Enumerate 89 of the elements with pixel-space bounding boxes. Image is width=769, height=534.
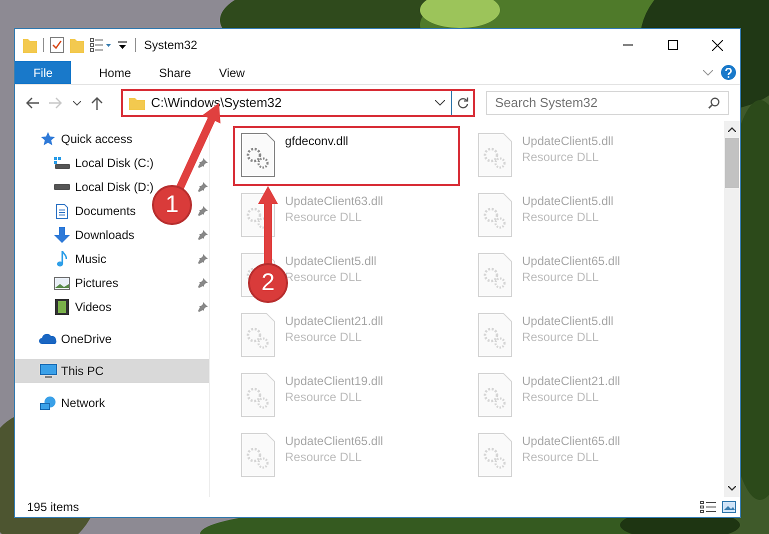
dll-file-icon (478, 253, 512, 297)
customize-toolbar-icon[interactable] (118, 40, 127, 50)
pin-icon[interactable] (198, 182, 208, 192)
ribbon-tab[interactable]: Home (85, 61, 146, 84)
network-icon (39, 396, 57, 410)
monitor-icon (39, 364, 57, 378)
list-view-icon[interactable] (90, 38, 112, 52)
sidebar-item[interactable]: Quick access (39, 127, 132, 151)
sidebar-item[interactable]: Downloads (53, 223, 134, 247)
down-arrow-icon (53, 227, 71, 243)
scrollbar[interactable] (724, 121, 740, 497)
dll-file-icon (478, 313, 512, 357)
maximize-icon (668, 40, 678, 50)
dll-file-icon (478, 433, 512, 477)
pin-icon[interactable] (198, 302, 208, 312)
ribbon-tab[interactable]: Share (145, 61, 206, 84)
dll-file-icon (478, 133, 512, 177)
image-icon (53, 276, 71, 290)
sidebar-item[interactable]: Network (39, 391, 106, 415)
ribbon-tab[interactable]: View (205, 61, 259, 84)
file-name: gfdeconv.dll (285, 133, 348, 149)
file-type: Resource DLL (522, 209, 600, 225)
sidebar-item[interactable]: Pictures (53, 271, 118, 295)
chevron-down-icon[interactable] (73, 100, 81, 106)
address-path: C:\Windows\System32 (151, 94, 282, 112)
sidebar-item[interactable]: Local Disk (D:) (53, 175, 154, 199)
close-icon (712, 40, 723, 50)
chevron-down-icon[interactable] (435, 100, 445, 106)
dll-file-icon (478, 373, 512, 417)
properties-icon[interactable] (50, 37, 64, 53)
item-count: 195 items (26, 499, 80, 516)
scrollbar-thumb[interactable] (725, 138, 739, 188)
file-tile[interactable]: gfdeconv.dll (233, 126, 460, 186)
file-type: Resource DLL (522, 389, 600, 405)
dll-file-icon (241, 373, 275, 417)
dll-file-icon (241, 433, 275, 477)
file-name: UpdateClient5.dll (522, 133, 614, 149)
file-name: UpdateClient21.dll (522, 373, 620, 389)
cloud-icon (39, 333, 57, 345)
search-icon[interactable] (708, 97, 720, 109)
folder-icon (129, 96, 145, 110)
dll-file-icon (241, 313, 275, 357)
file-name: UpdateClient21.dll (285, 313, 384, 329)
file-name: UpdateClient5.dll (522, 193, 614, 209)
sidebar-item[interactable]: This PC (15, 359, 209, 383)
pin-icon[interactable] (198, 254, 208, 264)
help-icon[interactable] (721, 65, 736, 80)
file-type: Resource DLL (285, 329, 363, 345)
file-type: Resource DLL (522, 329, 600, 345)
search-placeholder: Search System32 (494, 94, 599, 112)
file-name: UpdateClient65.dll (285, 433, 384, 449)
chevron-up-icon[interactable] (728, 127, 736, 132)
search-field[interactable]: Search System32 (486, 91, 729, 115)
file-menu-button[interactable]: File (15, 61, 71, 84)
pin-icon[interactable] (198, 206, 208, 216)
sidebar-item[interactable]: OneDrive (39, 327, 112, 351)
file-type: Resource DLL (522, 449, 600, 465)
dll-file-icon (478, 193, 512, 237)
film-icon (53, 299, 71, 315)
sidebar-item[interactable]: Documents (53, 199, 136, 223)
pin-icon[interactable] (198, 230, 208, 240)
pin-icon[interactable] (198, 158, 208, 168)
refresh-icon (456, 97, 468, 109)
pin-icon[interactable] (198, 278, 208, 288)
file-name: UpdateClient5.dll (285, 253, 376, 269)
drive-icon (53, 184, 71, 190)
file-name: UpdateClient19.dll (285, 373, 384, 389)
back-arrow-icon[interactable] (25, 97, 39, 109)
file-type: Resource DLL (285, 209, 363, 225)
large-icons-view-icon[interactable] (722, 501, 736, 513)
details-view-icon[interactable] (700, 501, 716, 513)
window-title: System32 (144, 37, 198, 54)
file-name: UpdateClient65.dll (522, 433, 620, 449)
file-name: UpdateClient65.dll (522, 253, 620, 269)
file-name: UpdateClient63.dll (285, 193, 384, 209)
file-type: Resource DLL (522, 269, 600, 285)
file-type: Resource DLL (285, 389, 363, 405)
document-icon (53, 204, 71, 218)
drive-icon (53, 157, 71, 169)
sidebar-item[interactable]: Local Disk (C:) (53, 151, 154, 175)
sidebar-item[interactable]: Music (53, 247, 106, 271)
dll-file-icon (241, 133, 275, 177)
sidebar-item[interactable]: Videos (53, 295, 112, 319)
file-name: UpdateClient5.dll (522, 313, 614, 329)
file-type: Resource DLL (285, 449, 363, 465)
star-icon (39, 132, 57, 146)
up-arrow-icon[interactable] (91, 96, 103, 110)
chevron-down-icon[interactable] (728, 486, 736, 491)
file-type: Resource DLL (522, 149, 600, 165)
